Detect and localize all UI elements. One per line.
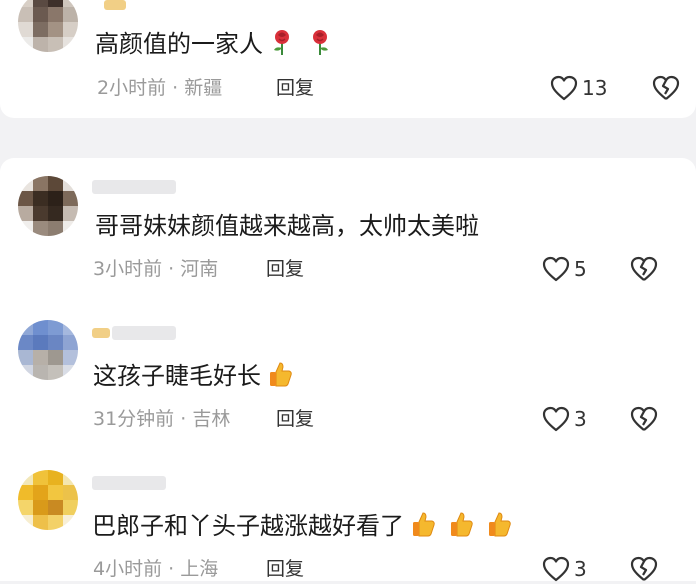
level-badge	[92, 328, 110, 338]
rose-icon	[313, 30, 328, 55]
like-button[interactable]: 5	[542, 254, 587, 284]
comment-time: 2小时前	[97, 77, 167, 99]
broken-heart-icon[interactable]	[630, 405, 658, 433]
comment-meta: 31分钟前 · 吉林	[93, 406, 230, 432]
like-count: 13	[582, 76, 608, 100]
comment-meta: 3小时前 · 河南	[93, 256, 218, 282]
level-badge	[104, 0, 126, 10]
comment-location: 吉林	[192, 408, 231, 430]
comment-time: 4小时前	[93, 558, 163, 580]
heart-icon	[542, 406, 570, 432]
meta-separator: ·	[180, 408, 187, 430]
meta-separator: ·	[168, 258, 175, 280]
username-blurred[interactable]	[112, 326, 176, 340]
meta-separator: ·	[168, 558, 175, 580]
comment-text: 巴郎子和丫头子越涨越好看了	[92, 510, 512, 542]
avatar[interactable]	[18, 0, 78, 52]
meta-separator: ·	[172, 77, 179, 99]
like-count: 3	[574, 557, 587, 581]
thumbs-up-icon	[413, 512, 435, 537]
comment-time: 31分钟前	[93, 408, 175, 430]
broken-heart-icon[interactable]	[630, 555, 658, 583]
like-button[interactable]: 3	[542, 404, 587, 434]
comment-card-bottom: 哥哥妹妹颜值越来越高，太帅太美啦 3小时前 · 河南 回复 5 这孩子睫毛好长 …	[0, 158, 696, 584]
comment-text: 高颜值的一家人	[95, 28, 333, 60]
comment-text: 这孩子睫毛好长	[93, 360, 293, 392]
like-count: 5	[574, 257, 587, 281]
comment-location: 新疆	[184, 77, 223, 99]
rose-icon	[274, 30, 289, 55]
like-count: 3	[574, 407, 587, 431]
heart-icon	[542, 256, 570, 282]
like-button[interactable]: 13	[550, 73, 607, 103]
broken-heart-icon[interactable]	[630, 255, 658, 283]
reply-button[interactable]: 回复	[276, 406, 314, 432]
avatar[interactable]	[18, 470, 78, 530]
broken-heart-icon[interactable]	[652, 74, 680, 102]
comment-text: 哥哥妹妹颜值越来越高，太帅太美啦	[95, 212, 479, 240]
reply-button[interactable]: 回复	[266, 556, 304, 582]
comment-meta: 4小时前 · 上海	[93, 556, 218, 582]
heart-icon	[542, 556, 570, 582]
thumbs-up-icon	[270, 362, 292, 387]
comment-meta: 2小时前 · 新疆	[97, 75, 222, 101]
comment-location: 河南	[180, 258, 219, 280]
reply-button[interactable]: 回复	[266, 256, 304, 282]
username-blurred[interactable]	[92, 476, 166, 490]
comment-card-top: 高颜值的一家人 2小时前 · 新疆 回复 13	[0, 0, 696, 118]
heart-icon	[550, 75, 578, 101]
comment-time: 3小时前	[93, 258, 163, 280]
like-button[interactable]: 3	[542, 554, 587, 584]
reply-button[interactable]: 回复	[276, 75, 314, 101]
comment-location: 上海	[180, 558, 219, 580]
avatar[interactable]	[18, 176, 78, 236]
username-blurred[interactable]	[92, 180, 176, 194]
avatar[interactable]	[18, 320, 78, 380]
thumbs-up-icon	[451, 512, 473, 537]
thumbs-up-icon	[489, 512, 511, 537]
